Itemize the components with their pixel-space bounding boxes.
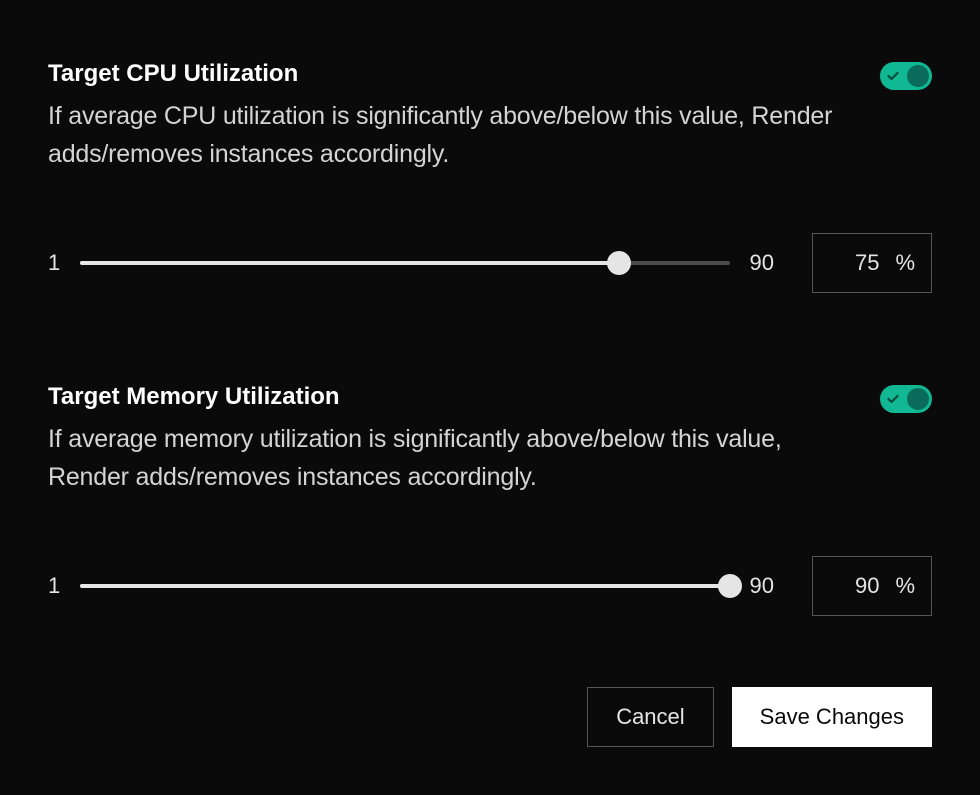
memory-slider-thumb[interactable] [718,574,742,598]
action-buttons: Cancel Save Changes [587,687,932,747]
memory-value-number: 90 [813,573,883,599]
memory-description: If average memory utilization is signifi… [48,421,848,496]
cpu-slider-fill [80,261,619,265]
memory-value-unit: % [895,573,931,599]
cpu-slider-thumb[interactable] [607,251,631,275]
memory-title: Target Memory Utilization [48,383,848,411]
memory-value-input[interactable]: 90 % [812,556,932,616]
cpu-slider-max: 90 [750,250,774,276]
cpu-slider[interactable] [80,261,729,265]
cancel-button[interactable]: Cancel [587,687,713,747]
check-icon [887,393,899,405]
save-changes-button[interactable]: Save Changes [732,687,932,747]
cpu-description: If average CPU utilization is significan… [48,98,848,173]
cpu-toggle[interactable] [880,62,932,90]
toggle-knob [907,65,929,87]
cpu-value-input[interactable]: 75 % [812,233,932,293]
memory-utilization-section: Target Memory Utilization If average mem… [48,383,932,616]
memory-toggle[interactable] [880,385,932,413]
toggle-knob [907,388,929,410]
memory-slider-min: 1 [48,573,60,599]
cpu-value-unit: % [895,250,931,276]
cpu-slider-min: 1 [48,250,60,276]
cpu-value-number: 75 [813,250,883,276]
cpu-utilization-section: Target CPU Utilization If average CPU ut… [48,60,932,293]
cpu-title: Target CPU Utilization [48,60,848,88]
check-icon [887,70,899,82]
memory-slider-fill [80,584,729,588]
memory-slider-max: 90 [750,573,774,599]
memory-slider[interactable] [80,584,729,588]
